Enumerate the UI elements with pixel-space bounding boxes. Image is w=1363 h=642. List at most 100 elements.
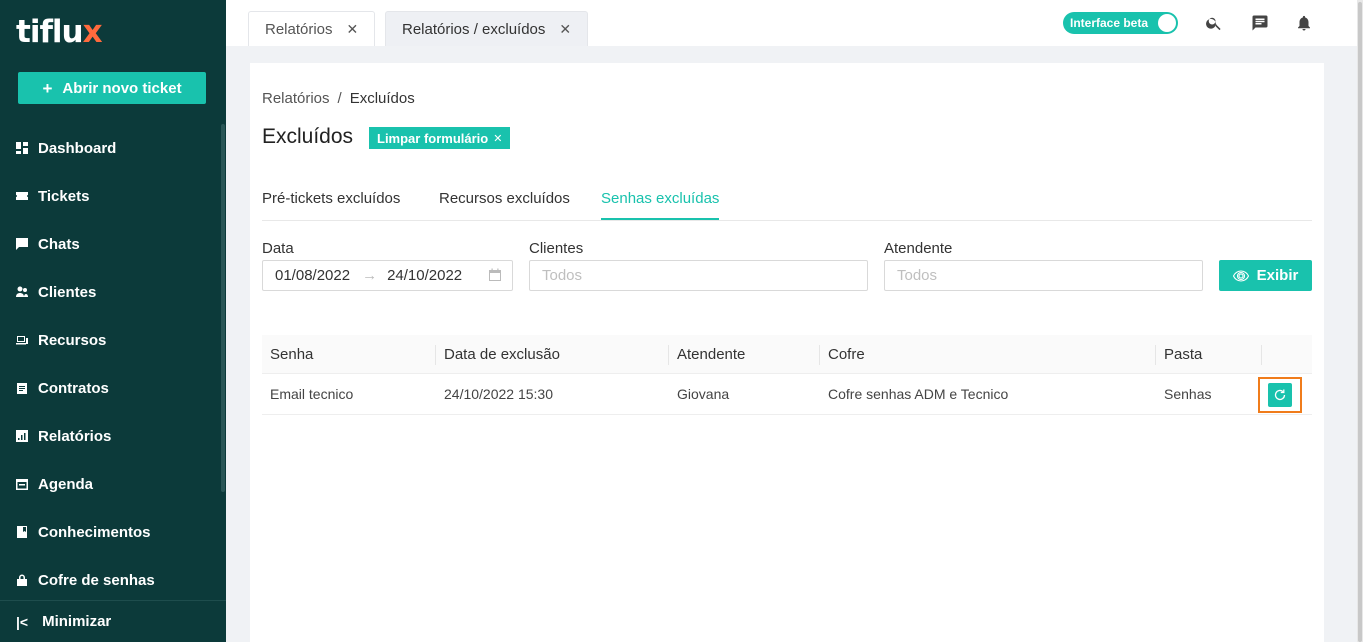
breadcrumb-separator: /	[337, 90, 342, 107]
logo-x: x	[82, 14, 103, 50]
sidebar-item-conhecimentos[interactable]: Conhecimentos	[0, 508, 226, 556]
calendar-icon	[16, 478, 28, 490]
sidebar-item-clientes[interactable]: Clientes	[0, 268, 226, 316]
sidebar-item-label: Conhecimentos	[38, 523, 151, 541]
plus-icon: +	[42, 78, 53, 98]
sidebar-item-label: Contratos	[38, 379, 109, 397]
breadcrumb-link-relatorios[interactable]: Relatórios	[262, 90, 330, 107]
sidebar-nav: Dashboard Tickets Chats Clientes Recurso…	[0, 124, 226, 604]
page-title: Excluídos	[262, 125, 354, 148]
refresh-icon	[1274, 389, 1286, 401]
sidebar-item-label: Recursos	[38, 331, 107, 349]
cell-cofre: Cofre senhas ADM e Tecnico	[828, 386, 1009, 402]
sidebar-item-label: Relatórios	[38, 427, 112, 445]
chat-icon	[16, 238, 28, 250]
sidebar-item-dashboard[interactable]: Dashboard	[0, 124, 226, 172]
minimize-label: Minimizar	[42, 613, 112, 630]
sidebar-item-tickets[interactable]: Tickets	[0, 172, 226, 220]
sidebar-scrollbar[interactable]	[221, 124, 225, 492]
tab-label: Relatórios / excluídos	[402, 20, 546, 38]
sidebar-item-relatorios[interactable]: Relatórios	[0, 412, 226, 460]
main-content: Relatórios / Excluídos Excluídos Limpar fo…	[250, 63, 1324, 642]
close-icon: ✕	[493, 132, 503, 145]
top-bar: Relatórios ✕ Relatórios / excluídos ✕ In…	[226, 0, 1357, 46]
eye-icon	[1232, 268, 1249, 284]
column-header-data-de-exclusao[interactable]: Data de exclusão	[436, 335, 669, 374]
restore-button[interactable]	[1268, 383, 1292, 407]
bell-icon[interactable]	[1293, 12, 1315, 34]
date-range-picker[interactable]: 01/08/2022 → 24/10/2022	[262, 260, 513, 291]
close-icon[interactable]: ✕	[347, 21, 359, 38]
sidebar-item-label: Chats	[38, 235, 80, 253]
lock-icon	[16, 574, 28, 586]
cell-data-de-exclusao: 24/10/2022 15:30	[444, 386, 553, 402]
attendant-label: Atendente	[884, 240, 953, 257]
minimize-sidebar-button[interactable]: |< Minimizar	[0, 600, 226, 642]
sidebar-item-label: Cofre de senhas	[38, 571, 155, 589]
sidebar-item-agenda[interactable]: Agenda	[0, 460, 226, 508]
arrow-right-icon: →	[362, 267, 378, 284]
scrollbar-thumb[interactable]	[1358, 2, 1362, 642]
tab-recursos-excluidos[interactable]: Recursos excluídos	[439, 190, 570, 218]
clients-label: Clientes	[529, 240, 584, 257]
interface-beta-toggle[interactable]: Interface beta	[1063, 12, 1178, 34]
open-new-ticket-button[interactable]: + Abrir novo ticket	[18, 72, 206, 104]
sidebar-item-label: Clientes	[38, 283, 97, 301]
calendar-icon	[488, 268, 502, 282]
table-row: Email tecnico 24/10/2022 15:30 Giovana C…	[262, 374, 1312, 415]
logo-text: tiflu	[16, 14, 84, 50]
column-header-cofre[interactable]: Cofre	[820, 335, 1156, 374]
restore-button-highlight[interactable]	[1258, 377, 1302, 413]
collapse-left-icon: |<	[16, 613, 29, 630]
clients-icon	[16, 286, 28, 298]
tab-relatorios[interactable]: Relatórios ✕	[248, 11, 376, 46]
tab-relatorios-excluidos[interactable]: Relatórios / excluídos ✕	[385, 11, 589, 46]
search-icon[interactable]	[1203, 12, 1225, 34]
date-label: Data	[262, 240, 294, 257]
exibir-button[interactable]: Exibir	[1219, 260, 1312, 291]
table-header: Senha Data de exclusão Atendente Cofre P…	[262, 335, 1312, 374]
toggle-knob	[1158, 14, 1176, 32]
messages-icon[interactable]	[1249, 12, 1271, 34]
column-header-actions	[1262, 335, 1312, 374]
cell-atendente: Giovana	[677, 386, 730, 402]
sidebar-item-recursos[interactable]: Recursos	[0, 316, 226, 364]
sidebar: tiflux + Abrir novo ticket Dashboard Tic…	[0, 0, 226, 642]
cell-pasta: Senhas	[1164, 386, 1212, 402]
exibir-label: Exibir	[1256, 267, 1299, 284]
clients-select[interactable]: Todos	[529, 260, 868, 291]
sidebar-item-label: Dashboard	[38, 139, 117, 157]
ticket-icon	[16, 190, 28, 202]
clear-form-button[interactable]: Limpar formulário ✕	[369, 127, 511, 149]
sidebar-item-chats[interactable]: Chats	[0, 220, 226, 268]
sidebar-item-cofre-de-senhas[interactable]: Cofre de senhas	[0, 556, 226, 604]
reports-icon	[16, 430, 28, 442]
breadcrumb: Relatórios / Excluídos	[262, 90, 415, 107]
close-icon[interactable]: ✕	[559, 21, 571, 38]
subtabs: Pré-tickets excluídos Recursos excluídos…	[262, 181, 1312, 221]
tiflux-logo[interactable]: tiflux	[16, 14, 103, 50]
contract-icon	[16, 382, 28, 394]
tab-senhas-excluidas[interactable]: Senhas excluídas	[601, 190, 720, 220]
deleted-passwords-table: Senha Data de exclusão Atendente Cofre P…	[262, 335, 1312, 415]
date-end-input[interactable]: 24/10/2022	[387, 267, 462, 284]
sidebar-item-contratos[interactable]: Contratos	[0, 364, 226, 412]
cell-senha: Email tecnico	[270, 386, 354, 402]
page-scrollbar[interactable]	[1357, 0, 1363, 642]
resources-icon	[16, 334, 28, 346]
breadcrumb-current: Excluídos	[349, 90, 415, 107]
open-new-ticket-label: Abrir novo ticket	[62, 79, 182, 97]
attendant-select[interactable]: Todos	[884, 260, 1203, 291]
sidebar-item-label: Tickets	[38, 187, 90, 205]
date-start-input[interactable]: 01/08/2022	[275, 267, 350, 284]
interface-beta-label: Interface beta	[1070, 16, 1149, 30]
column-header-senha[interactable]: Senha	[262, 335, 436, 374]
sidebar-item-label: Agenda	[38, 475, 94, 493]
column-header-pasta[interactable]: Pasta	[1156, 335, 1262, 374]
book-icon	[16, 526, 28, 538]
tab-pre-tickets-excluidos[interactable]: Pré-tickets excluídos	[262, 190, 400, 218]
dashboard-icon	[16, 142, 28, 154]
clear-form-label: Limpar formulário	[377, 130, 489, 146]
tab-label: Relatórios	[265, 20, 333, 38]
column-header-atendente[interactable]: Atendente	[669, 335, 820, 374]
